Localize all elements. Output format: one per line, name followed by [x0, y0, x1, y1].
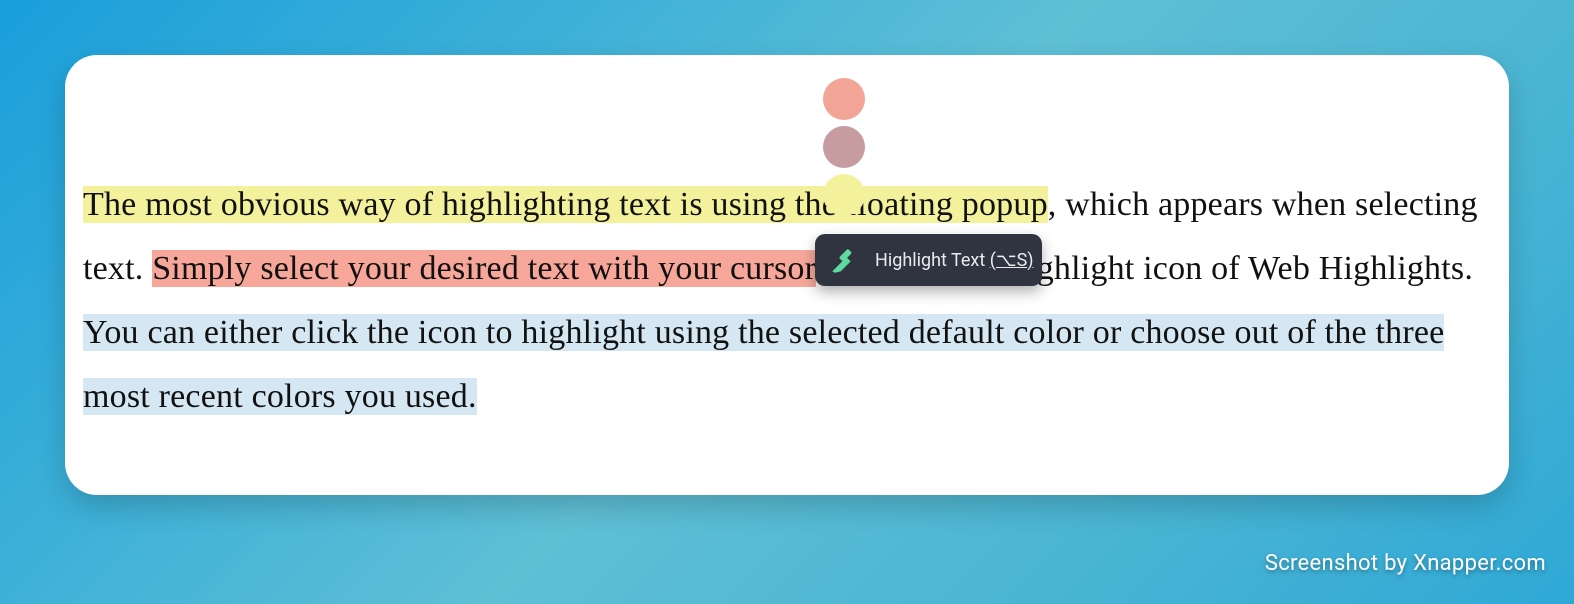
popup-label: Highlight Text (⌥S)	[875, 250, 1034, 271]
color-dot-1[interactable]	[823, 78, 865, 120]
body-paragraph: The most obvious way of highlighting tex…	[83, 173, 1491, 429]
popup-label-text: Highlight Text	[875, 250, 985, 271]
highlight-popup: Highlight Text (⌥S)	[815, 234, 1042, 286]
highlight-span-yellow[interactable]: The most obvious way of highlighting tex…	[83, 186, 1048, 223]
color-dot-3[interactable]	[823, 174, 865, 216]
watermark: Screenshot by Xnapper.com	[1265, 551, 1546, 576]
highlight-span-pink[interactable]: Simply select your desired text with you…	[152, 250, 816, 287]
highlight-span-blue[interactable]: You can either click the icon to highlig…	[83, 314, 1444, 415]
content-card: The most obvious way of highlighting tex…	[65, 55, 1509, 495]
color-dot-2[interactable]	[823, 126, 865, 168]
recent-colors-stack	[823, 78, 865, 222]
highlighter-icon[interactable]	[823, 240, 867, 280]
popup-shortcut: (⌥S)	[990, 250, 1034, 271]
